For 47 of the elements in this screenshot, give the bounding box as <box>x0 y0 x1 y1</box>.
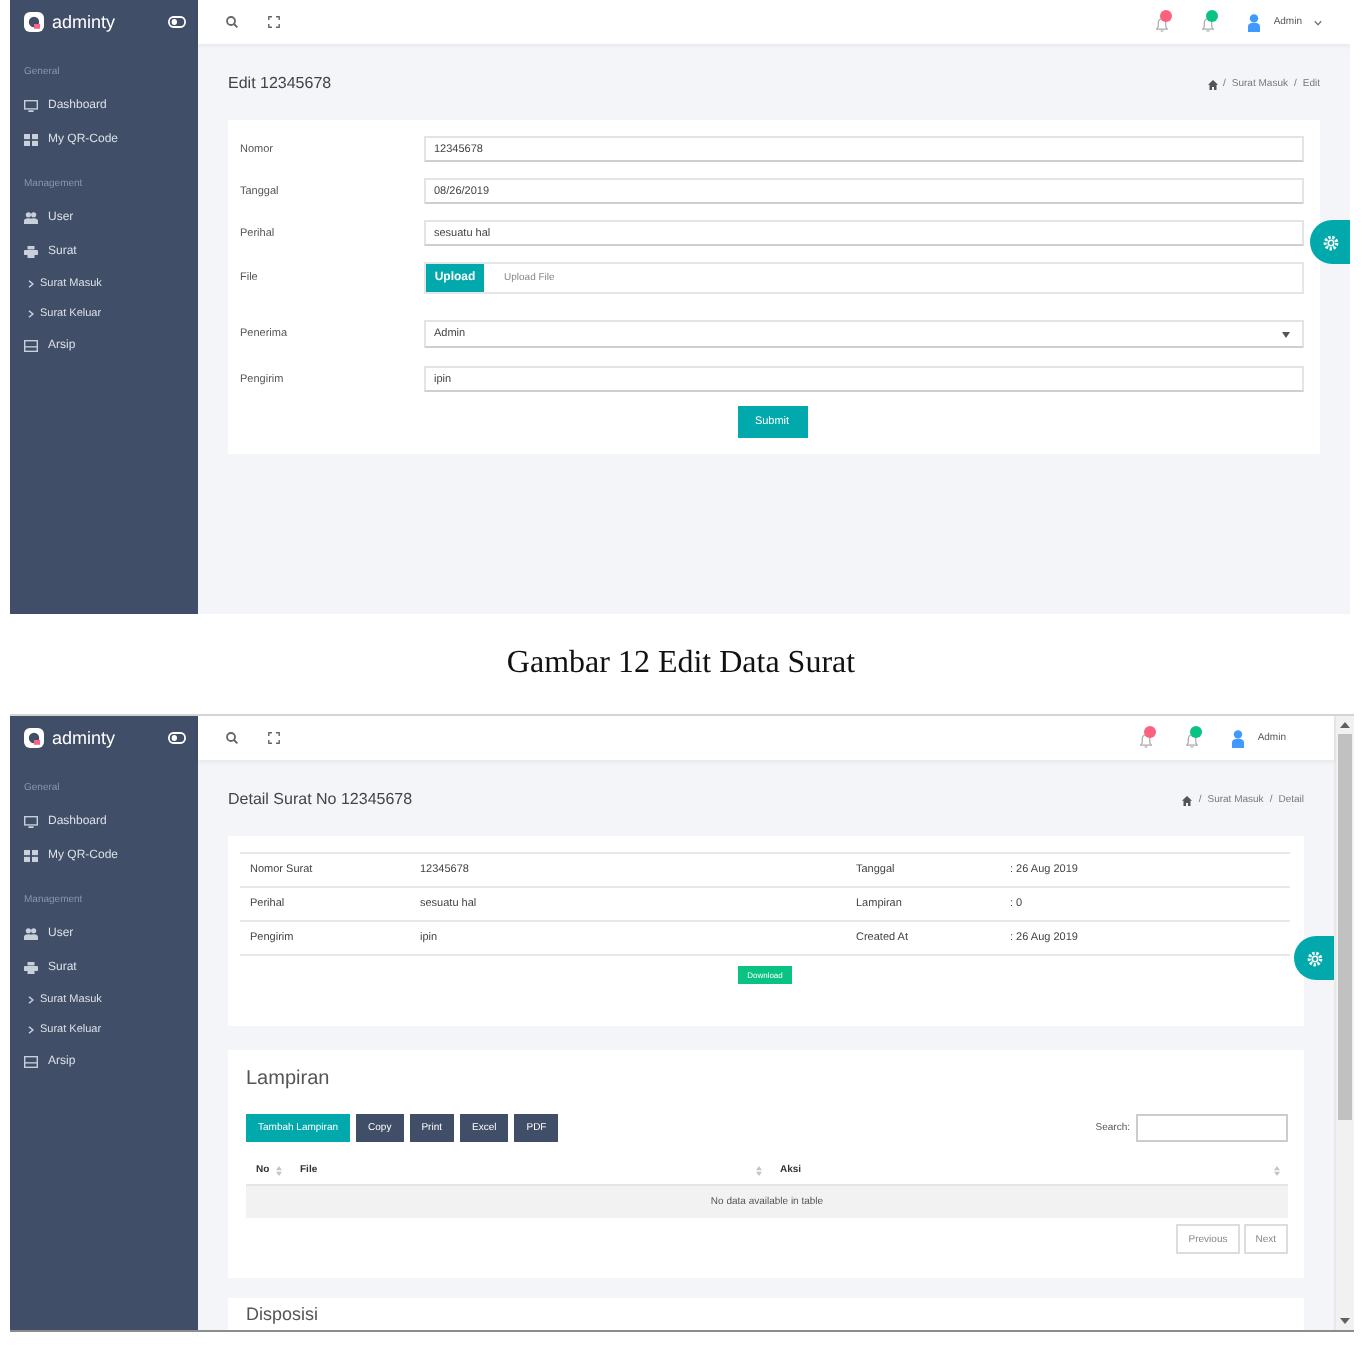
avatar-icon <box>1231 729 1244 747</box>
printer-icon <box>24 245 38 257</box>
chevron-right-icon <box>28 309 34 317</box>
chevron-right-icon <box>28 1025 34 1033</box>
monitor-icon <box>24 99 38 111</box>
search-icon[interactable] <box>226 732 238 744</box>
grid-icon <box>24 133 38 145</box>
page-title: Detail Surat No 12345678 <box>228 790 413 810</box>
settings-icon <box>1305 949 1323 967</box>
people-icon <box>24 211 38 223</box>
sort-icon <box>276 1165 282 1175</box>
tray-icon <box>24 339 38 351</box>
fullscreen-icon[interactable] <box>268 732 280 744</box>
card-title: Disposisi <box>246 1304 321 1326</box>
tray-icon <box>24 1055 38 1067</box>
printer-icon <box>24 961 38 973</box>
scrollbar[interactable] <box>1334 716 1354 1330</box>
card-title: Lampiran <box>246 1070 332 1090</box>
logo-icon <box>24 12 44 32</box>
home-icon[interactable] <box>1207 79 1218 89</box>
figure-caption: Gambar 12 Edit Data Surat <box>506 646 856 682</box>
sort-icon <box>756 1165 762 1175</box>
sort-icon <box>1274 1165 1280 1175</box>
bell-icon[interactable] <box>1155 17 1168 31</box>
arrow-down-icon[interactable] <box>1340 1318 1350 1324</box>
home-icon[interactable] <box>1182 795 1193 805</box>
caret-down-icon <box>1282 331 1290 337</box>
arrow-up-icon[interactable] <box>1340 722 1350 728</box>
scrollbar-thumb[interactable] <box>1338 734 1352 1120</box>
page-title: Edit 12345678 <box>228 74 332 94</box>
people-icon <box>24 927 38 939</box>
logo-text: adminty <box>52 728 118 748</box>
fullscreen-icon[interactable] <box>268 16 280 28</box>
toggle-icon[interactable] <box>168 732 186 744</box>
monitor-icon <box>24 815 38 827</box>
settings-icon <box>1321 233 1339 251</box>
bell-icon[interactable] <box>1139 733 1152 747</box>
grid-icon <box>24 849 38 861</box>
search-field[interactable] <box>1136 1114 1288 1142</box>
logo-icon <box>24 728 44 748</box>
search-icon[interactable] <box>226 16 238 28</box>
caret-down-icon[interactable] <box>1314 19 1322 25</box>
logo-text: adminty <box>52 12 118 32</box>
avatar-icon <box>1247 13 1260 31</box>
chevron-right-icon <box>28 995 34 1003</box>
toggle-icon[interactable] <box>168 16 186 28</box>
chevron-right-icon <box>28 279 34 287</box>
